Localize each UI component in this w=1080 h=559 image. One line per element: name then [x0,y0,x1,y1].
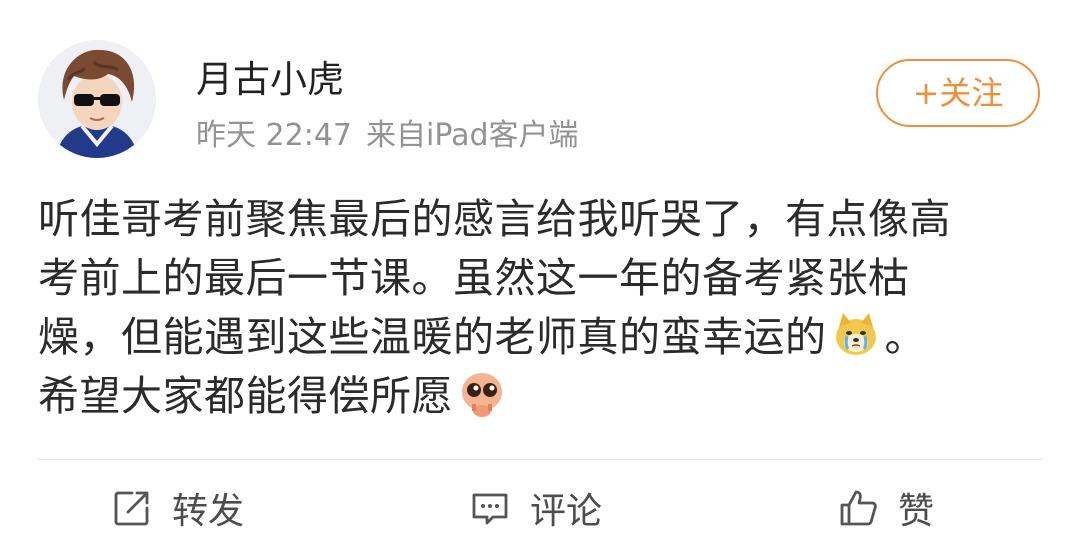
comment-icon [468,486,512,530]
content-line-4: 希望大家都能得偿所愿 [38,367,1048,426]
comment-button[interactable]: 评论 [468,478,602,538]
like-button[interactable]: 赞 [836,478,934,538]
repost-label: 转发 [172,491,245,532]
repost-button[interactable]: 转发 [110,478,244,538]
author-name[interactable]: 月古小虎 [196,56,344,104]
post-source: 来自iPad客户端 [366,118,579,153]
content-line-3: 燥，但能遇到这些温暖的老师真的蛮幸运的 。 [38,308,1048,367]
follow-button[interactable]: +关注 [876,59,1040,127]
avatar-image [38,40,156,158]
avatar[interactable] [38,40,156,158]
comment-label: 评论 [530,491,603,532]
repost-icon [110,486,154,530]
content-line-4-text: 希望大家都能得偿所愿 [38,372,453,420]
content-line-3-period: 。 [884,313,926,361]
crying-doge-emoji [831,309,881,359]
content-line-2: 考前上的最后一节课。虽然这一年的备考紧张枯 [38,254,910,302]
like-label: 赞 [898,491,935,532]
post-time: 昨天 22:47 [196,118,352,153]
weibo-post: 月古小虎 昨天 22:47 来自iPad客户端 +关注 听佳哥考前聚焦最后的感言给… [0,0,1080,559]
content-line-3-text: 燥，但能遇到这些温暖的老师真的蛮幸运的 [38,313,827,361]
thumbs-up-icon [836,486,880,530]
post-content: 听佳哥考前聚焦最后的感言给我听哭了，有点像高 考前上的最后一节课。虽然这一年的备… [38,190,1048,426]
post-meta: 昨天 22:47 来自iPad客户端 [196,114,579,158]
pleading-emoji [457,368,507,418]
content-line-1: 听佳哥考前聚焦最后的感言给我听哭了，有点像高 [38,195,951,243]
divider [38,459,1042,460]
